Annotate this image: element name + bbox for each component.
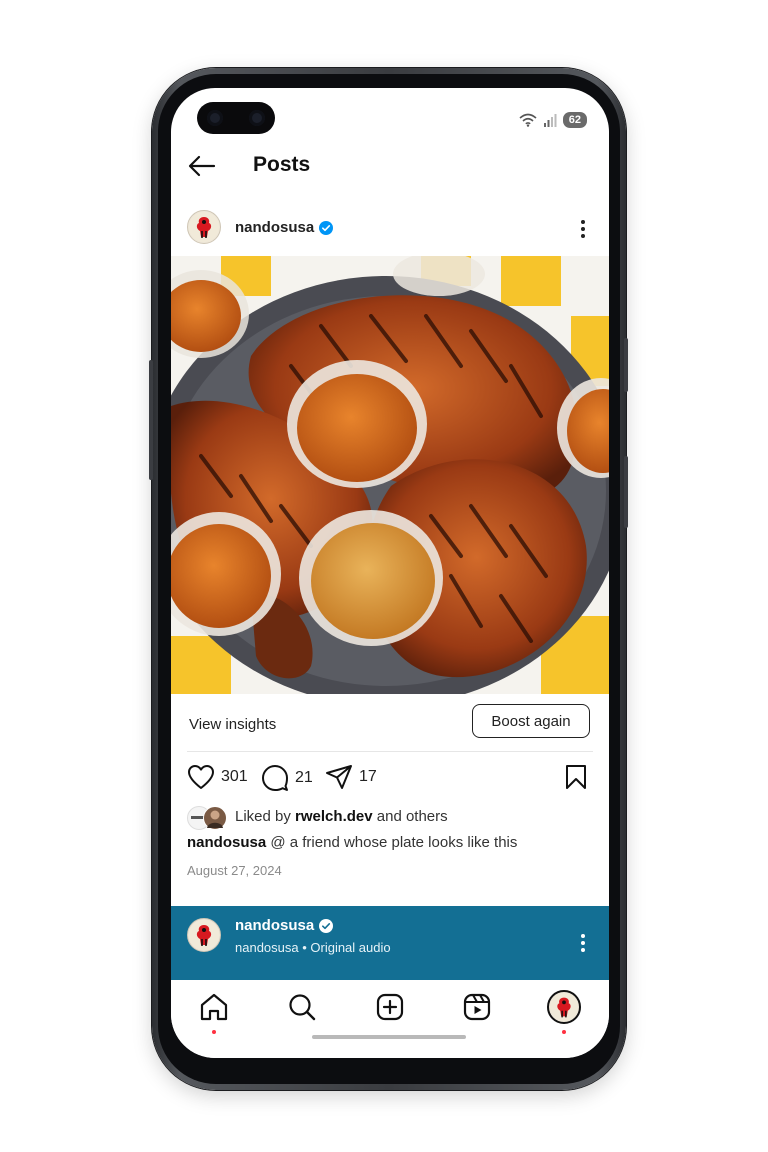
back-button[interactable]: [187, 152, 219, 180]
side-key: [149, 360, 153, 480]
comment-icon: [262, 765, 288, 791]
camera-lens: [207, 110, 223, 126]
profile-avatar: [547, 990, 581, 1024]
bottom-navigation: [171, 980, 609, 1058]
nav-search[interactable]: [285, 990, 319, 1024]
post-username[interactable]: nandosusa: [235, 219, 314, 236]
divider: [187, 751, 593, 752]
audio-username[interactable]: nandosusa: [235, 917, 314, 934]
battery-indicator: 62: [562, 112, 587, 128]
post-caption: nandosusa @ a friend whose plate looks l…: [187, 834, 593, 851]
more-vertical-icon: [581, 220, 585, 238]
reels-icon: [463, 993, 491, 1021]
home-indicator[interactable]: [312, 1035, 466, 1039]
wifi-icon: [519, 113, 537, 127]
bookmark-icon: [566, 765, 586, 789]
post-image[interactable]: [171, 256, 609, 694]
create-icon: [376, 993, 404, 1021]
liked-by-text: Liked by rwelch.dev and others: [235, 808, 448, 825]
home-icon: [200, 993, 228, 1021]
status-bar: 62: [519, 112, 587, 128]
nav-reels[interactable]: [460, 990, 494, 1024]
verified-badge-icon: [319, 919, 333, 933]
liked-by-suffix: and others: [376, 808, 448, 825]
profile-notification-dot: [562, 1030, 566, 1034]
person-avatar-icon: [207, 810, 223, 828]
nav-home[interactable]: [197, 990, 231, 1024]
verified-badge-icon: [319, 221, 333, 235]
audio-more-button[interactable]: [573, 931, 593, 955]
insights-row: View insights Boost again: [171, 702, 609, 752]
save-button[interactable]: [564, 764, 588, 790]
volume-button: [624, 456, 628, 528]
more-vertical-icon: [581, 934, 585, 952]
audio-avatar[interactable]: [187, 918, 221, 952]
more-options-button[interactable]: [573, 217, 593, 241]
shares-count: 17: [359, 768, 377, 785]
view-insights-link[interactable]: View insights: [189, 716, 276, 733]
likes-count: 301: [221, 768, 248, 785]
chicken-with-sauces-photo: [171, 256, 609, 694]
comments-count: 21: [295, 769, 313, 786]
post-actions: 301 21 17: [171, 762, 609, 796]
share-button[interactable]: 17: [325, 764, 377, 790]
camera-lens: [249, 110, 265, 126]
home-notification-dot: [212, 1030, 216, 1034]
audio-bar[interactable]: nandosusa nandosusa • Original audio: [171, 906, 609, 980]
heart-icon: [188, 765, 214, 789]
page-header: Posts: [171, 144, 609, 188]
comment-button[interactable]: 21: [261, 764, 313, 792]
rooster-logo-icon: [189, 212, 219, 242]
send-icon: [326, 765, 352, 789]
post-date: August 27, 2024: [187, 863, 282, 878]
power-button: [624, 338, 628, 392]
like-button[interactable]: 301: [187, 764, 248, 790]
arrow-left-icon: [188, 155, 216, 177]
search-icon: [289, 994, 316, 1021]
nav-profile[interactable]: [547, 990, 581, 1024]
liked-by-prefix: Liked by: [235, 808, 291, 825]
avatar[interactable]: [187, 210, 221, 244]
nav-create[interactable]: [373, 990, 407, 1024]
caption-text: @ a friend whose plate looks like this: [270, 834, 518, 851]
rooster-logo-icon: [189, 920, 219, 950]
page-title: Posts: [253, 153, 311, 176]
liked-by-user[interactable]: rwelch.dev: [295, 808, 373, 825]
post-header: nandosusa: [171, 208, 609, 248]
liker-avatar: [203, 806, 227, 830]
signal-icon: [543, 113, 557, 127]
screen: 62 Posts nandosusa View insights Boost a…: [171, 88, 609, 1058]
liked-by-row[interactable]: Liked by rwelch.dev and others: [187, 804, 587, 830]
audio-subtitle[interactable]: nandosusa • Original audio: [235, 940, 391, 955]
caption-username[interactable]: nandosusa: [187, 834, 266, 851]
boost-again-button[interactable]: Boost again: [472, 704, 590, 738]
rooster-logo-icon: [549, 992, 579, 1022]
front-camera: [197, 102, 275, 134]
